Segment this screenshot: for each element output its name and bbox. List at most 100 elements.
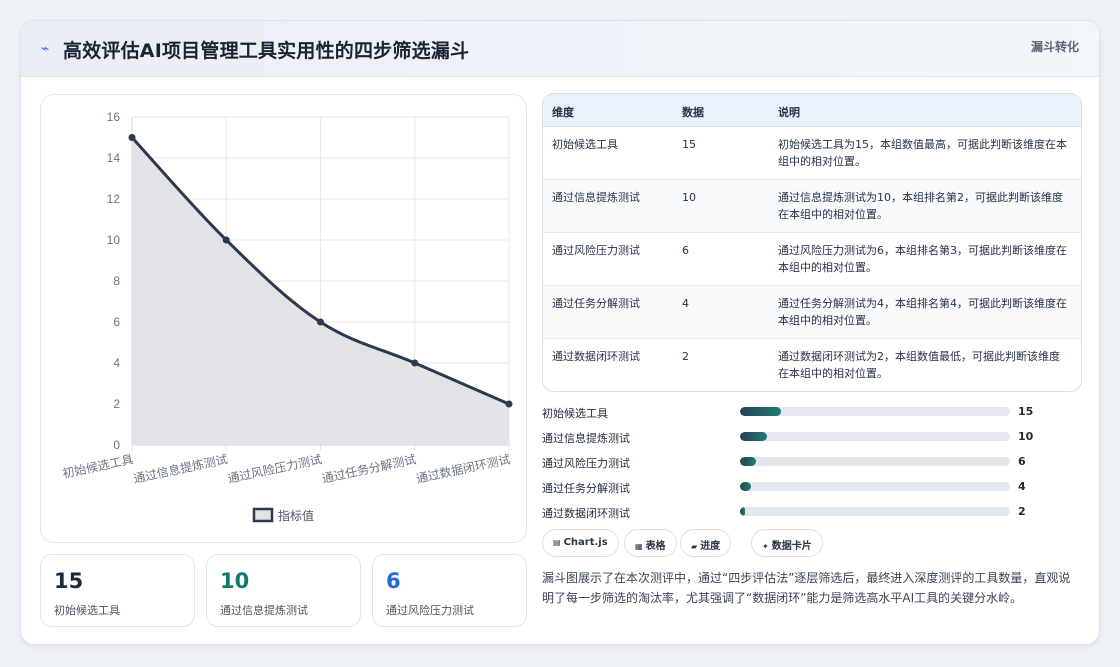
progress-track xyxy=(740,507,1010,516)
cell-description: 通过信息提炼测试为10，本组排名第2，可据此判断该维度在本组中的相对位置。 xyxy=(778,191,1063,221)
progress-value: 4 xyxy=(1018,480,1026,493)
progress-track xyxy=(740,457,1010,466)
data-point[interactable] xyxy=(128,134,136,141)
main-card: ⌁ 高效评估AI项目管理工具实用性的四步筛选漏斗 漏斗转化 0 2 4 6 8 10 12 1… xyxy=(20,20,1100,645)
progress-row: 通过信息提炼测试 10 xyxy=(542,428,1082,446)
tag-chart[interactable]: ▤ Chart.js xyxy=(542,529,619,557)
y-tick-label: 2 xyxy=(113,397,120,411)
progress-track xyxy=(740,432,1010,441)
x-tick-label: 通过任务分解测试 xyxy=(320,451,417,486)
table-header-dimension: 维度 xyxy=(552,106,574,119)
progress-row: 通过任务分解测试 4 xyxy=(542,478,1082,496)
progress-row: 通过风险压力测试 6 xyxy=(542,453,1082,471)
progress-value: 6 xyxy=(1018,455,1026,468)
stat-label: 初始候选工具 xyxy=(54,604,120,617)
table-icon: ▦ xyxy=(635,542,643,551)
progress-fill xyxy=(740,457,757,466)
table-row: 通过信息提炼测试 10 通过信息提炼测试为10，本组排名第2，可据此判断该维度在本组… xyxy=(543,180,1081,233)
data-table: 维度 数据 说明 初始候选工具 15 初始候选工具为15，本组数值最高，可据此判断该… xyxy=(542,93,1082,392)
cell-description: 通过风险压力测试为6，本组排名第3，可据此判断该维度在本组中的相对位置。 xyxy=(778,244,1067,274)
progress-fill xyxy=(740,407,781,416)
cell-description: 初始候选工具为15，本组数值最高，可据此判断该维度在本组中的相对位置。 xyxy=(778,138,1067,168)
table-header-value: 数据 xyxy=(682,106,704,119)
y-tick-label: 4 xyxy=(113,356,120,370)
cell-value: 6 xyxy=(682,244,689,257)
summary-text: 漏斗图展示了在本次测评中，通过“四步评估法”逐层筛选后，最终进入深度测评的工具数… xyxy=(542,571,1071,605)
x-tick-label: 通过风险压力测试 xyxy=(226,451,323,486)
area-chart: 0 2 4 6 8 10 12 14 16 初始候选工具通过信息提炼测试通过风险压力测试通过任务分… xyxy=(61,110,513,523)
x-tick-label: 初始候选工具 xyxy=(61,452,134,481)
data-point[interactable] xyxy=(222,236,230,244)
progress-track xyxy=(740,482,1010,491)
cell-value: 4 xyxy=(682,297,689,310)
progress-value: 10 xyxy=(1018,430,1034,443)
progress-label: 通过风险压力测试 xyxy=(542,457,630,470)
legend-swatch[interactable] xyxy=(252,507,274,523)
y-tick-label: 16 xyxy=(107,110,121,124)
lightning-icon: ⌁ xyxy=(41,41,50,57)
data-point[interactable] xyxy=(411,359,419,367)
cell-dimension: 初始候选工具 xyxy=(552,138,618,151)
y-tick-label: 0 xyxy=(113,438,120,452)
cell-value: 2 xyxy=(682,350,689,363)
stat-value: 10 xyxy=(220,569,250,593)
table-row: 通过数据闭环测试 2 通过数据闭环测试为2，本组数值最低，可据此判断该维度在本组中的… xyxy=(543,339,1081,391)
y-tick-label: 12 xyxy=(107,192,121,206)
chart-icon: ▤ xyxy=(553,538,561,547)
tag-label: 数据卡片 xyxy=(771,541,812,552)
table-row: 初始候选工具 15 初始候选工具为15，本组数值最高，可据此判断该维度在本组中的相对… xyxy=(543,127,1081,180)
progress-fill xyxy=(740,507,746,516)
stat-label: 通过风险压力测试 xyxy=(386,604,474,617)
x-tick-label: 通过信息提炼测试 xyxy=(132,451,229,486)
header-badge: 漏斗转化 xyxy=(1030,40,1079,54)
progress-row: 通过数据闭环测试 2 xyxy=(542,503,1082,521)
cell-dimension: 通过任务分解测试 xyxy=(552,297,640,310)
stat-card: 6 通过风险压力测试 xyxy=(372,554,527,627)
progress-value: 15 xyxy=(1018,405,1034,418)
progress-fill xyxy=(740,432,767,441)
header: ⌁ 高效评估AI项目管理工具实用性的四步筛选漏斗 漏斗转化 xyxy=(21,21,1099,77)
tag-table[interactable]: ▦ 表格 xyxy=(624,529,677,557)
stat-label: 通过信息提炼测试 xyxy=(220,604,308,617)
y-tick-label: 10 xyxy=(107,233,121,247)
data-point[interactable] xyxy=(317,318,324,326)
progress-label: 初始候选工具 xyxy=(542,407,608,420)
progress-icon: ▰ xyxy=(691,542,698,551)
x-tick-label: 通过数据闭环测试 xyxy=(415,451,512,486)
stat-card: 10 通过信息提炼测试 xyxy=(206,554,361,627)
cell-dimension: 通过数据闭环测试 xyxy=(552,350,640,363)
cell-dimension: 通过风险压力测试 xyxy=(552,244,640,257)
y-tick-label: 8 xyxy=(113,274,120,288)
cell-value: 15 xyxy=(682,138,696,151)
tag-progress[interactable]: ▰ 进度 xyxy=(680,529,732,557)
tag-label: 进度 xyxy=(700,541,721,552)
progress-value: 2 xyxy=(1018,505,1026,518)
tag-label: Chart.js xyxy=(563,537,608,548)
y-tick-label: 6 xyxy=(113,315,120,329)
progress-fill xyxy=(740,482,751,491)
stat-value: 15 xyxy=(54,569,84,593)
progress-label: 通过数据闭环测试 xyxy=(542,507,630,520)
y-tick-label: 14 xyxy=(107,151,121,165)
table-header: 维度 数据 说明 xyxy=(543,94,1081,127)
table-header-description: 说明 xyxy=(778,106,800,119)
stat-value: 6 xyxy=(386,569,401,593)
table-row: 通过风险压力测试 6 通过风险压力测试为6，本组排名第3，可据此判断该维度在本组中的… xyxy=(543,233,1081,286)
tag-card[interactable]: ✦ 数据卡片 xyxy=(751,529,823,557)
progress-label: 通过信息提炼测试 xyxy=(542,432,630,445)
chart-panel: 0 2 4 6 8 10 12 14 16 初始候选工具 通过信息提炼测试 通过风险压力测试 通过任务分… xyxy=(40,94,527,543)
legend-label[interactable]: 指标值 xyxy=(278,508,314,523)
cell-description: 通过任务分解测试为4，本组排名第4，可据此判断该维度在本组中的相对位置。 xyxy=(778,297,1067,327)
progress-track xyxy=(740,407,1010,416)
table-row: 通过任务分解测试 4 通过任务分解测试为4，本组排名第4，可据此判断该维度在本组中的… xyxy=(543,286,1081,339)
card-icon: ✦ xyxy=(762,542,769,551)
tag-label: 表格 xyxy=(645,541,666,552)
progress-label: 通过任务分解测试 xyxy=(542,482,630,495)
cell-description: 通过数据闭环测试为2，本组数值最低，可据此判断该维度在本组中的相对位置。 xyxy=(778,350,1060,380)
stat-card: 15 初始候选工具 xyxy=(40,554,195,627)
cell-dimension: 通过信息提炼测试 xyxy=(552,191,640,204)
progress-row: 初始候选工具 15 xyxy=(542,403,1082,421)
cell-value: 10 xyxy=(682,191,696,204)
page-title: 高效评估AI项目管理工具实用性的四步筛选漏斗 xyxy=(63,40,470,62)
data-point[interactable] xyxy=(505,400,513,408)
